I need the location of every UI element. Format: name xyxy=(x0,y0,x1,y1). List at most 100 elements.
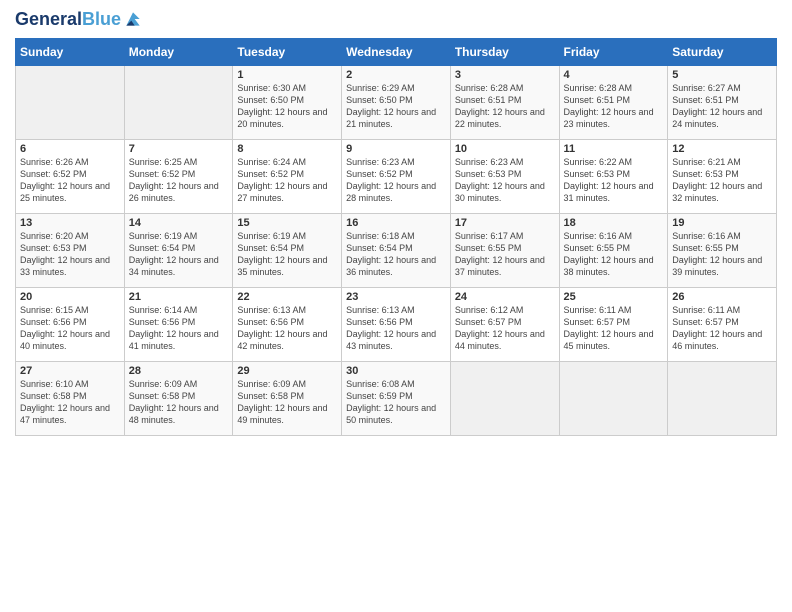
day-info: Sunrise: 6:16 AM Sunset: 6:55 PM Dayligh… xyxy=(564,230,664,279)
sunrise-label: Sunrise: 6:19 AM xyxy=(237,231,306,241)
sunset-label: Sunset: 6:56 PM xyxy=(20,317,87,327)
day-info: Sunrise: 6:10 AM Sunset: 6:58 PM Dayligh… xyxy=(20,378,120,427)
sunset-label: Sunset: 6:54 PM xyxy=(129,243,196,253)
sunrise-label: Sunrise: 6:28 AM xyxy=(564,83,633,93)
sunset-label: Sunset: 6:58 PM xyxy=(20,391,87,401)
sunset-label: Sunset: 6:53 PM xyxy=(672,169,739,179)
day-info: Sunrise: 6:19 AM Sunset: 6:54 PM Dayligh… xyxy=(237,230,337,279)
sunrise-label: Sunrise: 6:30 AM xyxy=(237,83,306,93)
sunrise-label: Sunrise: 6:11 AM xyxy=(564,305,632,315)
daylight-label: Daylight: 12 hours and 43 minutes. xyxy=(346,329,436,351)
day-info: Sunrise: 6:28 AM Sunset: 6:51 PM Dayligh… xyxy=(564,82,664,131)
calendar-cell: 3 Sunrise: 6:28 AM Sunset: 6:51 PM Dayli… xyxy=(450,65,559,139)
sunrise-label: Sunrise: 6:21 AM xyxy=(672,157,741,167)
daylight-label: Daylight: 12 hours and 35 minutes. xyxy=(237,255,327,277)
page: GeneralBlue SundayMondayTuesdayWednesday… xyxy=(0,0,792,612)
logo: GeneralBlue xyxy=(15,10,143,30)
day-number: 6 xyxy=(20,143,120,155)
daylight-label: Daylight: 12 hours and 24 minutes. xyxy=(672,107,762,129)
calendar-week-4: 20 Sunrise: 6:15 AM Sunset: 6:56 PM Dayl… xyxy=(16,287,777,361)
daylight-label: Daylight: 12 hours and 49 minutes. xyxy=(237,403,327,425)
day-number: 28 xyxy=(129,365,229,377)
calendar-cell: 24 Sunrise: 6:12 AM Sunset: 6:57 PM Dayl… xyxy=(450,287,559,361)
daylight-label: Daylight: 12 hours and 32 minutes. xyxy=(672,181,762,203)
day-info: Sunrise: 6:16 AM Sunset: 6:55 PM Dayligh… xyxy=(672,230,772,279)
calendar-cell: 5 Sunrise: 6:27 AM Sunset: 6:51 PM Dayli… xyxy=(668,65,777,139)
sunset-label: Sunset: 6:54 PM xyxy=(237,243,304,253)
sunset-label: Sunset: 6:53 PM xyxy=(564,169,631,179)
sunset-label: Sunset: 6:56 PM xyxy=(129,317,196,327)
day-number: 17 xyxy=(455,217,555,229)
daylight-label: Daylight: 12 hours and 26 minutes. xyxy=(129,181,219,203)
day-info: Sunrise: 6:18 AM Sunset: 6:54 PM Dayligh… xyxy=(346,230,446,279)
sunrise-label: Sunrise: 6:18 AM xyxy=(346,231,415,241)
daylight-label: Daylight: 12 hours and 23 minutes. xyxy=(564,107,654,129)
sunset-label: Sunset: 6:53 PM xyxy=(455,169,522,179)
daylight-label: Daylight: 12 hours and 50 minutes. xyxy=(346,403,436,425)
sunrise-label: Sunrise: 6:17 AM xyxy=(455,231,524,241)
daylight-label: Daylight: 12 hours and 34 minutes. xyxy=(129,255,219,277)
day-number: 8 xyxy=(237,143,337,155)
daylight-label: Daylight: 12 hours and 39 minutes. xyxy=(672,255,762,277)
daylight-label: Daylight: 12 hours and 41 minutes. xyxy=(129,329,219,351)
sunrise-label: Sunrise: 6:13 AM xyxy=(346,305,415,315)
sunrise-label: Sunrise: 6:29 AM xyxy=(346,83,415,93)
daylight-label: Daylight: 12 hours and 47 minutes. xyxy=(20,403,110,425)
day-number: 26 xyxy=(672,291,772,303)
sunrise-label: Sunrise: 6:20 AM xyxy=(20,231,89,241)
sunrise-label: Sunrise: 6:28 AM xyxy=(455,83,524,93)
sunset-label: Sunset: 6:58 PM xyxy=(129,391,196,401)
sunrise-label: Sunrise: 6:08 AM xyxy=(346,379,415,389)
calendar-cell: 29 Sunrise: 6:09 AM Sunset: 6:58 PM Dayl… xyxy=(233,361,342,435)
sunset-label: Sunset: 6:50 PM xyxy=(346,95,413,105)
sunrise-label: Sunrise: 6:16 AM xyxy=(672,231,741,241)
day-info: Sunrise: 6:25 AM Sunset: 6:52 PM Dayligh… xyxy=(129,156,229,205)
calendar-cell xyxy=(559,361,668,435)
calendar-cell: 1 Sunrise: 6:30 AM Sunset: 6:50 PM Dayli… xyxy=(233,65,342,139)
calendar-cell: 30 Sunrise: 6:08 AM Sunset: 6:59 PM Dayl… xyxy=(342,361,451,435)
day-info: Sunrise: 6:14 AM Sunset: 6:56 PM Dayligh… xyxy=(129,304,229,353)
calendar-cell: 11 Sunrise: 6:22 AM Sunset: 6:53 PM Dayl… xyxy=(559,139,668,213)
sunrise-label: Sunrise: 6:10 AM xyxy=(20,379,89,389)
day-number: 3 xyxy=(455,69,555,81)
day-info: Sunrise: 6:08 AM Sunset: 6:59 PM Dayligh… xyxy=(346,378,446,427)
daylight-label: Daylight: 12 hours and 37 minutes. xyxy=(455,255,545,277)
sunrise-label: Sunrise: 6:14 AM xyxy=(129,305,198,315)
calendar-cell: 6 Sunrise: 6:26 AM Sunset: 6:52 PM Dayli… xyxy=(16,139,125,213)
daylight-label: Daylight: 12 hours and 22 minutes. xyxy=(455,107,545,129)
calendar-week-3: 13 Sunrise: 6:20 AM Sunset: 6:53 PM Dayl… xyxy=(16,213,777,287)
calendar-cell: 10 Sunrise: 6:23 AM Sunset: 6:53 PM Dayl… xyxy=(450,139,559,213)
day-header-sunday: Sunday xyxy=(16,38,125,65)
sunrise-label: Sunrise: 6:16 AM xyxy=(564,231,633,241)
sunrise-label: Sunrise: 6:12 AM xyxy=(455,305,524,315)
day-info: Sunrise: 6:30 AM Sunset: 6:50 PM Dayligh… xyxy=(237,82,337,131)
sunset-label: Sunset: 6:53 PM xyxy=(20,243,87,253)
day-info: Sunrise: 6:22 AM Sunset: 6:53 PM Dayligh… xyxy=(564,156,664,205)
day-number: 29 xyxy=(237,365,337,377)
daylight-label: Daylight: 12 hours and 44 minutes. xyxy=(455,329,545,351)
day-number: 19 xyxy=(672,217,772,229)
day-info: Sunrise: 6:24 AM Sunset: 6:52 PM Dayligh… xyxy=(237,156,337,205)
day-number: 13 xyxy=(20,217,120,229)
sunset-label: Sunset: 6:58 PM xyxy=(237,391,304,401)
day-info: Sunrise: 6:21 AM Sunset: 6:53 PM Dayligh… xyxy=(672,156,772,205)
day-header-wednesday: Wednesday xyxy=(342,38,451,65)
calendar-cell: 16 Sunrise: 6:18 AM Sunset: 6:54 PM Dayl… xyxy=(342,213,451,287)
calendar-cell: 18 Sunrise: 6:16 AM Sunset: 6:55 PM Dayl… xyxy=(559,213,668,287)
day-number: 9 xyxy=(346,143,446,155)
day-info: Sunrise: 6:11 AM Sunset: 6:57 PM Dayligh… xyxy=(672,304,772,353)
day-number: 30 xyxy=(346,365,446,377)
sunrise-label: Sunrise: 6:23 AM xyxy=(346,157,415,167)
daylight-label: Daylight: 12 hours and 20 minutes. xyxy=(237,107,327,129)
calendar-cell: 20 Sunrise: 6:15 AM Sunset: 6:56 PM Dayl… xyxy=(16,287,125,361)
day-info: Sunrise: 6:27 AM Sunset: 6:51 PM Dayligh… xyxy=(672,82,772,131)
calendar-cell: 23 Sunrise: 6:13 AM Sunset: 6:56 PM Dayl… xyxy=(342,287,451,361)
calendar-week-2: 6 Sunrise: 6:26 AM Sunset: 6:52 PM Dayli… xyxy=(16,139,777,213)
calendar-cell: 12 Sunrise: 6:21 AM Sunset: 6:53 PM Dayl… xyxy=(668,139,777,213)
day-info: Sunrise: 6:29 AM Sunset: 6:50 PM Dayligh… xyxy=(346,82,446,131)
daylight-label: Daylight: 12 hours and 25 minutes. xyxy=(20,181,110,203)
calendar-cell xyxy=(124,65,233,139)
daylight-label: Daylight: 12 hours and 33 minutes. xyxy=(20,255,110,277)
calendar-cell: 17 Sunrise: 6:17 AM Sunset: 6:55 PM Dayl… xyxy=(450,213,559,287)
calendar-cell: 28 Sunrise: 6:09 AM Sunset: 6:58 PM Dayl… xyxy=(124,361,233,435)
